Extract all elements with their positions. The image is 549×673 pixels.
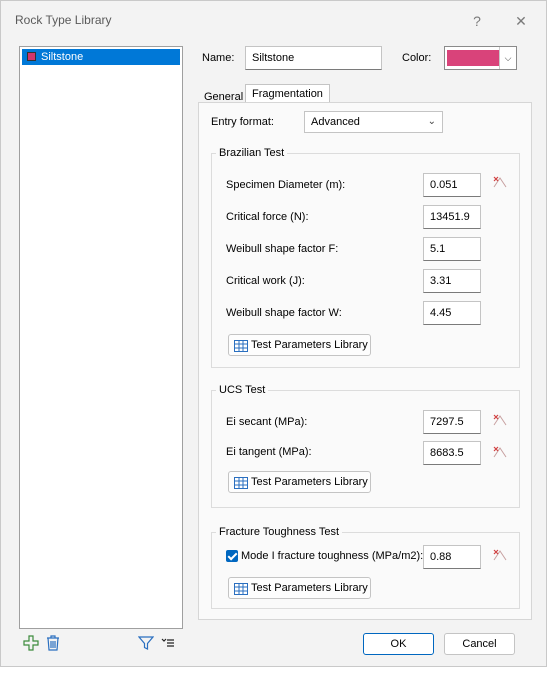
button-label: Test Parameters Library — [251, 582, 368, 594]
critical-work-label: Critical work (J): — [226, 275, 305, 287]
table-icon — [234, 476, 248, 496]
weibull-f-label: Weibull shape factor F: — [226, 243, 339, 255]
picker-icon[interactable] — [492, 548, 508, 565]
filter-icon[interactable] — [137, 635, 155, 654]
list-item-label: Siltstone — [41, 51, 84, 63]
name-label: Name: — [202, 52, 235, 64]
table-icon — [234, 582, 248, 602]
brazilian-test-title: Brazilian Test — [216, 147, 288, 159]
ei-tangent-label: Ei tangent (MPa): — [226, 446, 312, 458]
critical-force-label: Critical force (N): — [226, 211, 309, 223]
ucs-test-title: UCS Test — [216, 384, 269, 396]
button-label: Test Parameters Library — [251, 476, 368, 488]
test-parameters-library-button[interactable]: Test Parameters Library — [228, 577, 371, 599]
table-icon — [234, 339, 248, 359]
mode-i-checkbox[interactable] — [226, 550, 238, 562]
mode-i-input[interactable]: 0.88 — [423, 545, 481, 569]
title-bar: Rock Type Library ? ✕ — [1, 1, 546, 41]
picker-icon[interactable] — [492, 175, 508, 192]
weibull-w-label: Weibull shape factor W: — [226, 307, 342, 319]
weibull-f-input[interactable]: 5.1 — [423, 237, 481, 261]
menu-icon[interactable] — [161, 637, 175, 652]
ei-tangent-input[interactable]: 8683.5 — [423, 441, 481, 465]
ok-button[interactable]: OK — [363, 633, 434, 655]
cancel-button[interactable]: Cancel — [444, 633, 515, 655]
specimen-diameter-input[interactable]: 0.051 — [423, 173, 481, 197]
rock-type-list[interactable]: Siltstone — [19, 46, 183, 629]
mode-i-label: Mode I fracture toughness (MPa/m2): — [241, 550, 424, 562]
window-title: Rock Type Library — [15, 13, 112, 27]
test-parameters-library-button[interactable]: Test Parameters Library — [228, 471, 371, 493]
picker-icon[interactable] — [492, 445, 508, 462]
add-icon[interactable] — [23, 635, 39, 654]
entry-format-select[interactable]: Advanced ⌄ — [304, 111, 443, 133]
chevron-down-icon[interactable]: ⌵ — [499, 47, 516, 69]
critical-force-input[interactable]: 13451.9 — [423, 205, 481, 229]
ei-secant-label: Ei secant (MPa): — [226, 416, 308, 428]
critical-work-input[interactable]: 3.31 — [423, 269, 481, 293]
weibull-w-input[interactable]: 4.45 — [423, 301, 481, 325]
color-label: Color: — [402, 52, 432, 64]
picker-icon[interactable] — [492, 413, 508, 430]
dialog-window: Rock Type Library ? ✕ Siltstone Name: Si… — [0, 0, 547, 667]
list-item-siltstone[interactable]: Siltstone — [22, 49, 180, 65]
tab-fragmentation[interactable]: Fragmentation — [245, 84, 330, 103]
ei-secant-input[interactable]: 7297.5 — [423, 410, 481, 434]
entry-format-value: Advanced — [311, 116, 360, 128]
help-button[interactable]: ? — [465, 10, 489, 32]
close-button[interactable]: ✕ — [509, 10, 533, 32]
color-picker[interactable]: ⌵ — [444, 46, 517, 70]
fracture-toughness-title: Fracture Toughness Test — [216, 526, 343, 538]
name-input[interactable]: Siltstone — [245, 46, 382, 70]
button-label: Test Parameters Library — [251, 339, 368, 351]
delete-icon[interactable] — [45, 635, 61, 654]
specimen-diameter-label: Specimen Diameter (m): — [226, 179, 346, 191]
chevron-down-icon: ⌄ — [427, 116, 436, 127]
entry-format-label: Entry format: — [211, 116, 274, 128]
color-preview — [447, 50, 499, 66]
color-swatch — [27, 52, 36, 61]
test-parameters-library-button[interactable]: Test Parameters Library — [228, 334, 371, 356]
